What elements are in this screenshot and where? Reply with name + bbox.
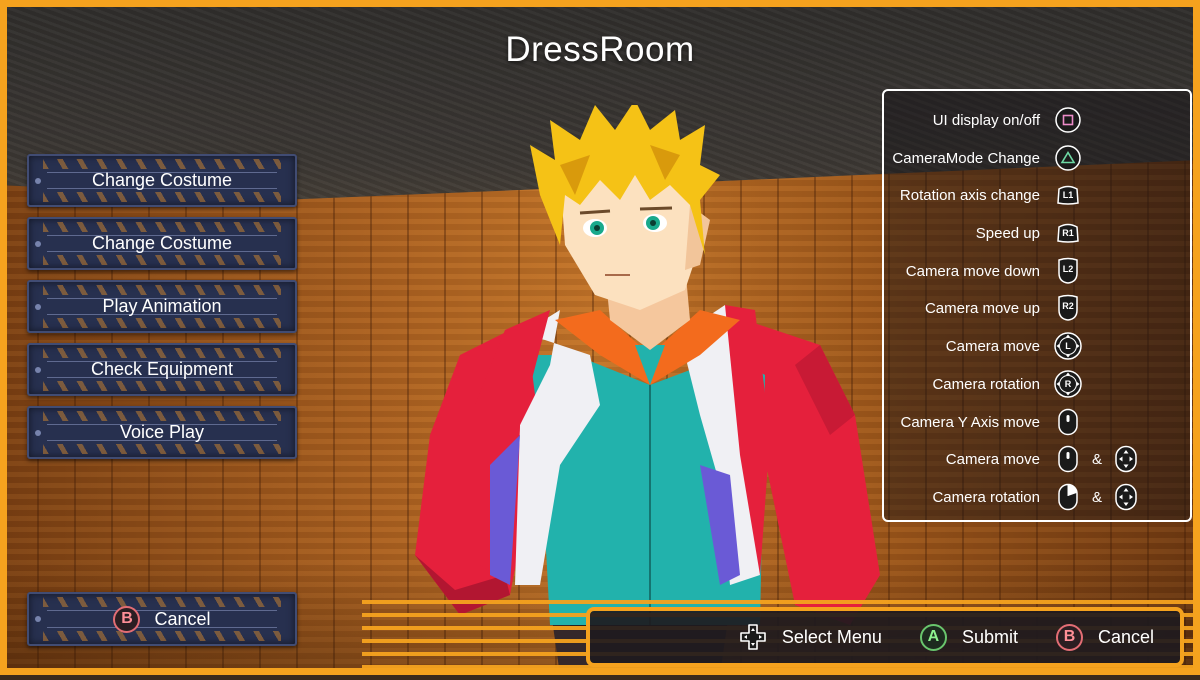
control-row-camera-move-up: Camera move up R2 xyxy=(884,293,1184,323)
control-row-camera-y-axis: Camera Y Axis move xyxy=(884,407,1184,437)
bottom-action-bar: Select Menu A Submit B Cancel xyxy=(586,607,1184,667)
control-row-rotation-axis: Rotation axis change L1 xyxy=(884,180,1184,210)
b-button-icon: B xyxy=(113,605,141,633)
and-symbol: & xyxy=(1092,488,1103,506)
square-button-icon xyxy=(1055,107,1081,133)
control-row-camera-move: Camera move L xyxy=(884,331,1184,361)
l2-button-icon: L2 xyxy=(1055,257,1081,284)
menu-item-label: Check Equipment xyxy=(90,359,234,379)
submit-label: Submit xyxy=(961,626,1018,647)
control-label: Camera Y Axis move xyxy=(900,413,1040,431)
control-label: Camera rotation xyxy=(932,375,1040,393)
move-arrows-icon xyxy=(1113,445,1139,473)
menu-item-check-equipment[interactable]: Check Equipment xyxy=(27,343,297,396)
control-label: Camera move down xyxy=(905,262,1040,280)
b-button-icon: B xyxy=(1055,623,1083,651)
r1-button-icon: R1 xyxy=(1055,220,1081,246)
and-symbol: & xyxy=(1092,450,1103,468)
a-button-icon: A xyxy=(919,623,947,651)
control-label: Camera move xyxy=(945,450,1040,468)
control-row-camera-move-down: Camera move down L2 xyxy=(884,256,1184,286)
control-label: Speed up xyxy=(975,224,1040,242)
control-row-ui-display: UI display on/off xyxy=(884,105,1184,135)
controls-help-panel: UI display on/off CameraMode Change Rota… xyxy=(882,89,1192,522)
menu-cancel-button[interactable]: B Cancel xyxy=(27,592,297,646)
dpad-icon xyxy=(739,623,767,651)
move-arrows-icon xyxy=(1113,483,1139,511)
control-row-camera-move-mouse: Camera move & xyxy=(884,444,1184,474)
control-label: Camera rotation xyxy=(932,488,1040,506)
mouse-wheel-icon xyxy=(1055,445,1081,473)
control-row-camera-rotation: Camera rotation R xyxy=(884,369,1184,399)
select-menu-action[interactable]: Select Menu xyxy=(739,623,882,651)
right-stick-icon: R xyxy=(1054,370,1082,398)
cancel-label: Cancel xyxy=(1097,626,1154,647)
control-row-camera-rotation-mouse: Camera rotation & xyxy=(884,482,1184,512)
menu-item-label: Change Costume xyxy=(91,233,233,253)
character-model xyxy=(400,100,900,675)
mouse-right-click-icon xyxy=(1055,483,1081,511)
control-label: Rotation axis change xyxy=(899,186,1040,204)
left-stick-icon: L xyxy=(1054,332,1082,360)
select-menu-label: Select Menu xyxy=(781,626,882,647)
control-label: UI display on/off xyxy=(932,111,1040,129)
menu-item-voice-play[interactable]: Voice Play xyxy=(27,406,297,459)
control-label: Camera move xyxy=(945,337,1040,355)
control-row-speed-up: Speed up R1 xyxy=(884,218,1184,248)
submit-action[interactable]: A Submit xyxy=(919,623,1018,651)
page-title: DressRoom xyxy=(505,30,695,69)
r2-button-icon: R2 xyxy=(1055,294,1081,321)
menu-item-label: Voice Play xyxy=(119,422,205,442)
cancel-action[interactable]: B Cancel xyxy=(1055,623,1154,651)
mouse-wheel-icon xyxy=(1055,408,1081,436)
cancel-label: Cancel xyxy=(154,608,211,629)
menu-item-change-costume[interactable]: Change Costume xyxy=(27,154,297,207)
menu-item-label: Change Costume xyxy=(91,170,233,190)
menu-item-label: Play Animation xyxy=(102,296,222,316)
menu-item-play-animation[interactable]: Play Animation xyxy=(27,280,297,333)
l1-button-icon: L1 xyxy=(1055,182,1081,208)
control-label: CameraMode Change xyxy=(892,149,1040,167)
control-row-camera-mode: CameraMode Change xyxy=(884,143,1184,173)
control-label: Camera move up xyxy=(924,299,1040,317)
menu-item-change-costume-2[interactable]: Change Costume xyxy=(27,217,297,270)
dressroom-menu: Change Costume Change Costume Play Anima… xyxy=(27,154,297,469)
triangle-button-icon xyxy=(1055,145,1081,171)
